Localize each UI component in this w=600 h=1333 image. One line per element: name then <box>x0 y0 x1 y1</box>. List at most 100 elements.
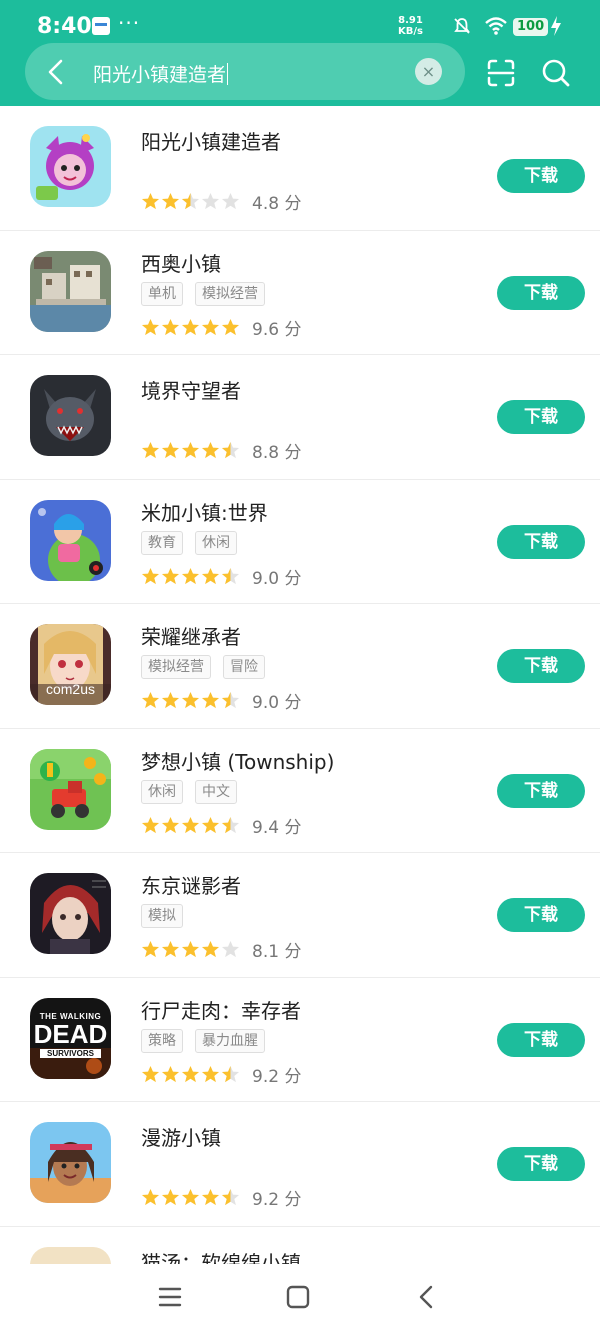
mute-bell-icon <box>454 18 470 34</box>
star-icon <box>201 1188 220 1206</box>
app-rating: 9.0 分 <box>141 688 301 713</box>
app-rating: 9.0 分 <box>141 564 301 589</box>
system-navigation-bar <box>0 1264 600 1333</box>
star-icon <box>181 816 200 833</box>
app-list-item[interactable]: 西奥小镇 单机 模拟经营 9.6 分 下载 <box>0 231 600 355</box>
app-tags: 单机 模拟经营 <box>141 281 265 306</box>
star-icon <box>221 691 240 709</box>
star-icon <box>161 940 180 958</box>
download-button[interactable]: 下载 <box>497 400 585 434</box>
rating-stars <box>141 691 240 710</box>
download-button[interactable]: 下载 <box>497 275 585 310</box>
app-name[interactable]: 荣耀继承者 <box>141 621 241 650</box>
rating-stars <box>141 1188 240 1207</box>
app-list-item[interactable]: 阳光小镇建造者 4.8 分 下载 <box>0 106 600 231</box>
app-list-item[interactable]: 境界守望者 8.8 分 下载 <box>0 355 600 480</box>
star-icon <box>221 1065 240 1082</box>
scan-icon[interactable] <box>486 58 516 88</box>
star-icon <box>221 441 240 459</box>
star-icon <box>181 567 200 584</box>
search-bar[interactable]: 阳光小镇建造者 × <box>25 43 465 100</box>
app-name[interactable]: 行尸走肉：幸存者 <box>141 995 301 1024</box>
app-name[interactable]: 东京谜影者 <box>141 870 241 899</box>
star-icon <box>181 1065 200 1082</box>
app-list-item[interactable]: 东京谜影者模拟 8.1 分 下载 <box>0 853 600 978</box>
star-icon <box>181 1188 200 1206</box>
app-name[interactable]: 梦想小镇 (Township) <box>141 746 334 775</box>
app-name[interactable]: 境界守望者 <box>141 375 241 404</box>
star-icon <box>141 1188 160 1206</box>
rating-stars <box>141 192 240 211</box>
download-button[interactable]: 下载 <box>497 898 585 932</box>
app-name[interactable]: 猫汤：软绵绵小镇 <box>141 1247 301 1265</box>
app-list-item[interactable]: 梦想小镇 (Township) 休闲 中文 9.4 分 下载 <box>0 729 600 853</box>
icon-title-text: THE WALKING DEAD SURVIVORS <box>33 1011 108 1058</box>
app-name[interactable]: 米加小镇:世界 <box>141 497 268 526</box>
search-input[interactable]: 阳光小镇建造者 <box>93 60 229 87</box>
toca-world-app-icon[interactable] <box>30 499 111 581</box>
star-icon <box>141 192 160 210</box>
star-icon <box>221 318 240 335</box>
rating-stars <box>141 940 240 959</box>
home-icon[interactable] <box>283 1282 313 1312</box>
anime-heroine-app-icon[interactable]: com2us <box>30 624 111 705</box>
app-tags: 策略 暴力血腥 <box>141 1028 265 1053</box>
rating-score: 9.4 分 <box>252 817 302 838</box>
clear-search-button[interactable]: × <box>415 58 442 85</box>
app-tag: 模拟经营 <box>195 281 265 306</box>
app-tag: 暴力血腥 <box>195 1028 265 1053</box>
star-icon <box>161 567 180 584</box>
werewolf-app-icon[interactable] <box>30 375 111 456</box>
app-name[interactable]: 漫游小镇 <box>141 1122 221 1151</box>
search-query-text: 阳光小镇建造者 <box>93 64 227 86</box>
app-list-item[interactable]: 米加小镇:世界 教育 休闲 9.0 分 下载 <box>0 480 600 604</box>
app-name[interactable]: 西奥小镇 <box>141 248 221 277</box>
star-icon <box>141 816 160 833</box>
rating-score: 4.8 分 <box>252 194 302 214</box>
red-hair-character-app-icon[interactable] <box>30 873 111 954</box>
rating-score: 9.2 分 <box>252 1190 302 1210</box>
download-button[interactable]: 下载 <box>497 773 585 808</box>
tractor-farm-app-icon[interactable] <box>30 748 111 830</box>
star-icon <box>141 441 160 459</box>
more-notifications-icon: ··· <box>118 11 141 35</box>
star-icon <box>161 192 180 210</box>
app-tag: 模拟 <box>141 904 183 928</box>
walking-dead-app-icon[interactable]: THE WALKING DEAD SURVIVORS <box>30 997 111 1079</box>
star-icon <box>201 1065 220 1082</box>
app-tags: 模拟经营 冒险 <box>141 655 265 679</box>
app-list-item[interactable]: THE WALKING DEAD SURVIVORS 行尸走肉：幸存者 策略 暴力血腥 9.… <box>0 978 600 1102</box>
rating-score: 8.8 分 <box>252 443 302 463</box>
app-tags: 休闲 中文 <box>141 779 237 804</box>
download-button[interactable]: 下载 <box>497 1022 585 1057</box>
search-icon[interactable] <box>541 58 571 88</box>
star-icon <box>161 318 180 335</box>
cat-soup-app-icon[interactable] <box>30 1246 111 1264</box>
app-rating: 8.8 分 <box>141 438 301 463</box>
app-list-item[interactable]: com2us 荣耀继承者模拟经营 冒险 9.0 分 下载 <box>0 604 600 729</box>
app-list-item[interactable]: 漫游小镇 9.2 分 下载 <box>0 1102 600 1227</box>
smiling-girl-app-icon[interactable] <box>30 1122 111 1203</box>
search-results-list[interactable]: 阳光小镇建造者 4.8 分下载 西奥小镇 单机 模拟经营 9.6 分下载 境界守望者 8.8 … <box>0 106 600 1264</box>
star-icon <box>161 1188 180 1206</box>
rating-score: 8.1 分 <box>252 942 302 962</box>
charging-icon <box>551 16 561 36</box>
star-icon <box>181 691 200 709</box>
app-name[interactable]: 阳光小镇建造者 <box>141 126 281 155</box>
city-builder-app-icon[interactable] <box>30 250 111 332</box>
text-cursor <box>227 63 229 85</box>
app-list-item[interactable]: 猫汤：软绵绵小镇 <box>0 1227 600 1265</box>
back-arrow-icon[interactable] <box>45 59 67 85</box>
menu-icon[interactable] <box>155 1282 185 1312</box>
back-icon[interactable] <box>412 1282 442 1312</box>
star-icon <box>181 940 200 958</box>
star-icon <box>201 318 220 335</box>
star-icon <box>181 192 200 210</box>
download-button[interactable]: 下载 <box>497 1147 585 1181</box>
star-icon <box>201 691 220 709</box>
cartoon-girl-app-icon[interactable] <box>30 126 111 207</box>
download-button[interactable]: 下载 <box>497 159 585 193</box>
rating-stars <box>141 567 240 586</box>
download-button[interactable]: 下载 <box>497 649 585 683</box>
download-button[interactable]: 下载 <box>497 524 585 559</box>
